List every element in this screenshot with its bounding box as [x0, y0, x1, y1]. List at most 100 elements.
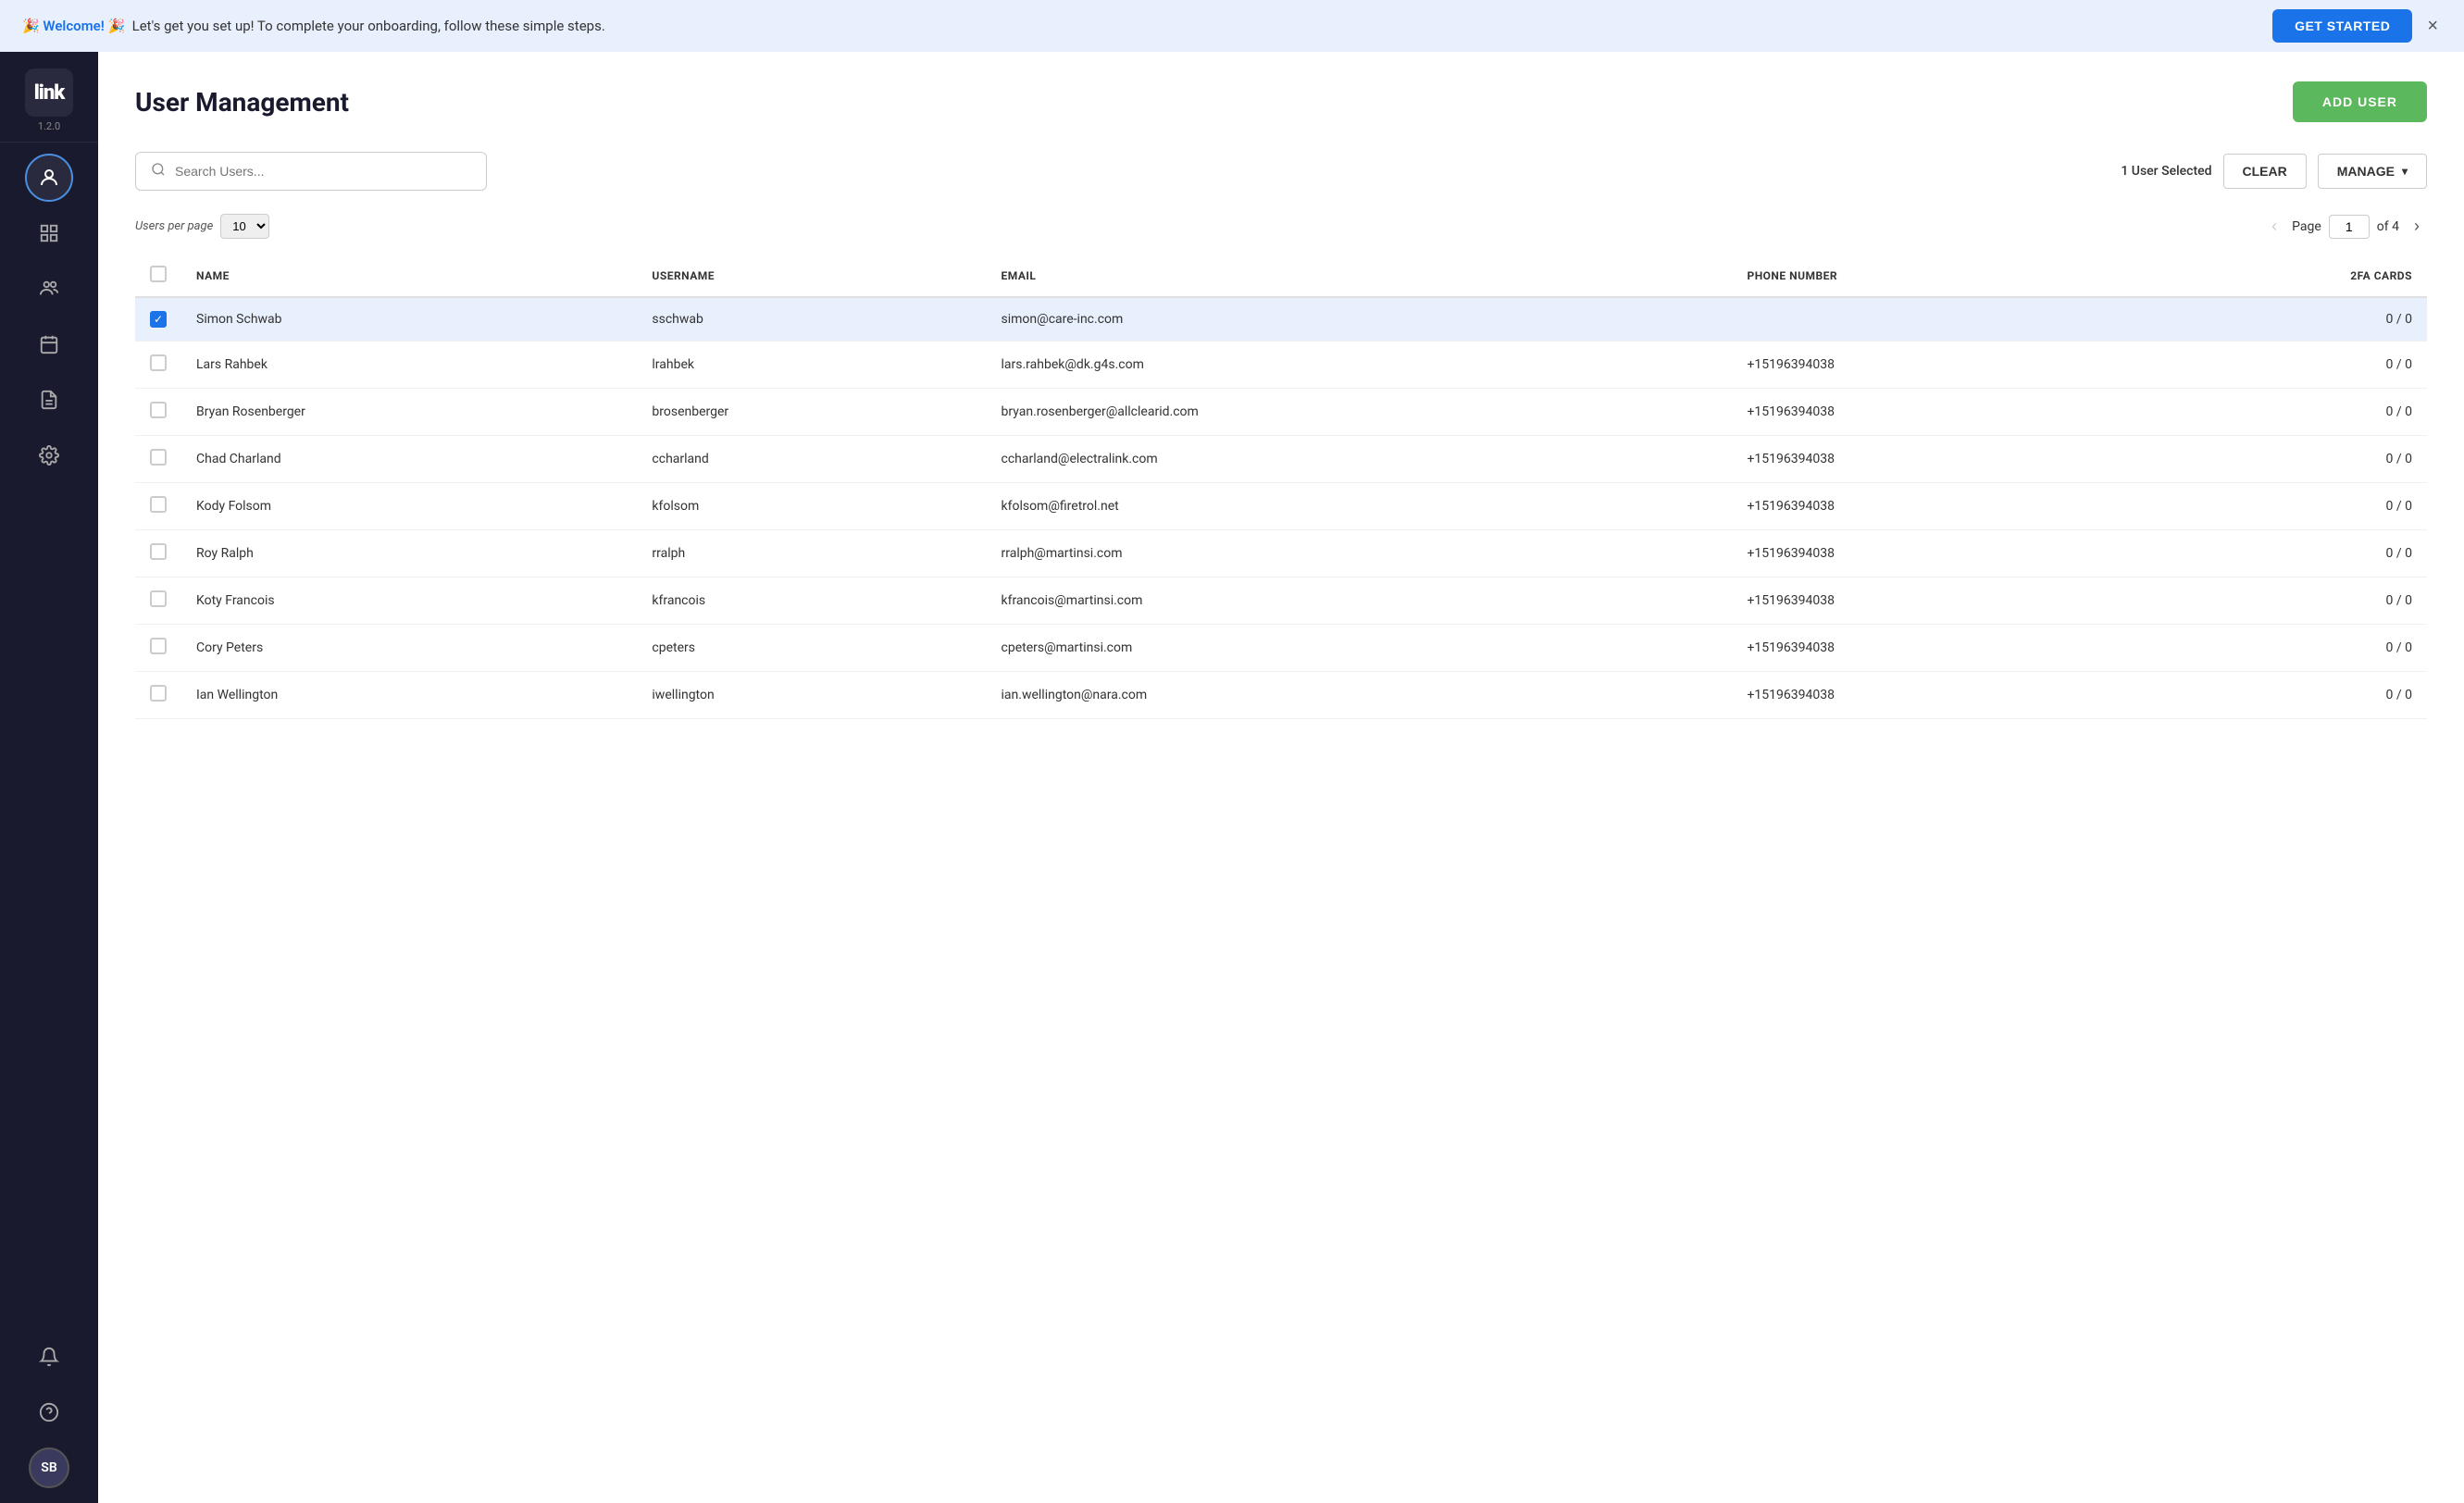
sidebar-item-settings[interactable]: [25, 431, 73, 479]
row-name: Koty Francois: [181, 578, 637, 625]
toolbar: 1 User Selected CLEAR MANAGE ▾: [135, 152, 2427, 191]
row-checkbox[interactable]: [150, 354, 167, 371]
row-checkbox[interactable]: [150, 449, 167, 466]
row-2fa: 0 / 0: [2127, 530, 2427, 578]
avatar[interactable]: SB: [29, 1447, 69, 1488]
table-header-row: NAME USERNAME EMAIL PHONE NUMBER 2FA CAR…: [135, 255, 2427, 297]
logo[interactable]: link: [25, 68, 73, 117]
per-page-label: Users per page: [135, 219, 213, 233]
selected-count: 1 User Selected: [2121, 164, 2211, 179]
chevron-down-icon: ▾: [2402, 165, 2408, 178]
total-pages: of 4: [2377, 219, 2399, 234]
row-checkbox[interactable]: [150, 402, 167, 418]
row-username: rralph: [637, 530, 986, 578]
page-header: User Management ADD USER: [135, 81, 2427, 122]
row-email: kfolsom@firetrol.net: [987, 483, 1733, 530]
row-2fa: 0 / 0: [2127, 625, 2427, 672]
prev-page-button[interactable]: ‹: [2264, 213, 2284, 240]
row-username: kfrancois: [637, 578, 986, 625]
row-checkbox-cell: [135, 389, 181, 436]
sidebar-item-document[interactable]: [25, 376, 73, 424]
row-checkbox[interactable]: [150, 496, 167, 513]
row-checkbox[interactable]: [150, 685, 167, 702]
row-name: Bryan Rosenberger: [181, 389, 637, 436]
table-row: Koty Francois kfrancois kfrancois@martin…: [135, 578, 2427, 625]
row-username: brosenberger: [637, 389, 986, 436]
row-checkbox[interactable]: ✓: [150, 311, 167, 328]
sidebar-item-bell[interactable]: [25, 1333, 73, 1381]
sidebar-logo: link 1.2.0: [0, 52, 98, 143]
row-email: ian.wellington@nara.com: [987, 672, 1733, 719]
row-phone: +15196394038: [1732, 672, 2126, 719]
banner-text: 🎉 Welcome! 🎉 Let's get you set up! To co…: [22, 18, 2261, 34]
manage-button[interactable]: MANAGE ▾: [2318, 154, 2427, 189]
row-phone: +15196394038: [1732, 530, 2126, 578]
row-email: ccharland@electralink.com: [987, 436, 1733, 483]
page-title: User Management: [135, 87, 349, 118]
row-checkbox-cell: [135, 578, 181, 625]
row-username: sschwab: [637, 297, 986, 342]
row-username: cpeters: [637, 625, 986, 672]
sidebar-item-dashboard[interactable]: [25, 209, 73, 257]
main-content: User Management ADD USER 1 User Selected…: [98, 52, 2464, 1503]
row-checkbox-cell: [135, 483, 181, 530]
row-checkbox-cell: [135, 672, 181, 719]
row-checkbox-cell: [135, 625, 181, 672]
manage-label: MANAGE: [2337, 164, 2395, 179]
row-phone: +15196394038: [1732, 578, 2126, 625]
banner-welcome: Welcome!: [43, 18, 104, 34]
sidebar-item-user[interactable]: [25, 154, 73, 202]
row-2fa: 0 / 0: [2127, 578, 2427, 625]
row-checkbox-cell: ✓: [135, 297, 181, 342]
row-checkbox[interactable]: [150, 543, 167, 560]
row-2fa: 0 / 0: [2127, 342, 2427, 389]
next-page-button[interactable]: ›: [2407, 213, 2427, 240]
row-name: Chad Charland: [181, 436, 637, 483]
row-phone: +15196394038: [1732, 483, 2126, 530]
banner-message: Let's get you set up! To complete your o…: [132, 18, 605, 34]
banner-close-button[interactable]: ×: [2423, 12, 2442, 41]
row-phone: +15196394038: [1732, 436, 2126, 483]
row-phone: +15196394038: [1732, 625, 2126, 672]
table-row: Roy Ralph rralph rralph@martinsi.com +15…: [135, 530, 2427, 578]
row-phone: +15196394038: [1732, 389, 2126, 436]
row-checkbox-cell: [135, 436, 181, 483]
get-started-button[interactable]: GET STARTED: [2272, 9, 2412, 43]
row-email: kfrancois@martinsi.com: [987, 578, 1733, 625]
page-label: Page: [2292, 219, 2321, 234]
per-page-select[interactable]: 10 25 50: [220, 214, 269, 239]
toolbar-right: 1 User Selected CLEAR MANAGE ▾: [2121, 154, 2427, 189]
sidebar-item-help[interactable]: [25, 1388, 73, 1436]
logo-version: 1.2.0: [38, 120, 60, 132]
row-name: Simon Schwab: [181, 297, 637, 342]
table-row: Cory Peters cpeters cpeters@martinsi.com…: [135, 625, 2427, 672]
row-name: Lars Rahbek: [181, 342, 637, 389]
row-name: Ian Wellington: [181, 672, 637, 719]
header-2fa: 2FA CARDS: [2127, 255, 2427, 297]
select-all-checkbox[interactable]: [150, 266, 167, 282]
search-icon: [151, 162, 166, 180]
table-row: Kody Folsom kfolsom kfolsom@firetrol.net…: [135, 483, 2427, 530]
row-username: lrahbek: [637, 342, 986, 389]
table-row: Ian Wellington iwellington ian.wellingto…: [135, 672, 2427, 719]
onboarding-banner: 🎉 Welcome! 🎉 Let's get you set up! To co…: [0, 0, 2464, 52]
row-2fa: 0 / 0: [2127, 297, 2427, 342]
header-email: EMAIL: [987, 255, 1733, 297]
add-user-button[interactable]: ADD USER: [2293, 81, 2427, 122]
table-row: Bryan Rosenberger brosenberger bryan.ros…: [135, 389, 2427, 436]
sidebar-item-calendar[interactable]: [25, 320, 73, 368]
row-checkbox-cell: [135, 530, 181, 578]
row-username: ccharland: [637, 436, 986, 483]
search-input[interactable]: [175, 164, 471, 179]
clear-button[interactable]: CLEAR: [2223, 154, 2307, 189]
search-box: [135, 152, 487, 191]
row-checkbox[interactable]: [150, 590, 167, 607]
row-name: Kody Folsom: [181, 483, 637, 530]
sidebar-item-people[interactable]: [25, 265, 73, 313]
row-checkbox[interactable]: [150, 638, 167, 654]
header-name: NAME: [181, 255, 637, 297]
row-name: Cory Peters: [181, 625, 637, 672]
page-input[interactable]: [2329, 215, 2370, 239]
banner-emoji-left: 🎉: [22, 18, 40, 34]
row-username: iwellington: [637, 672, 986, 719]
